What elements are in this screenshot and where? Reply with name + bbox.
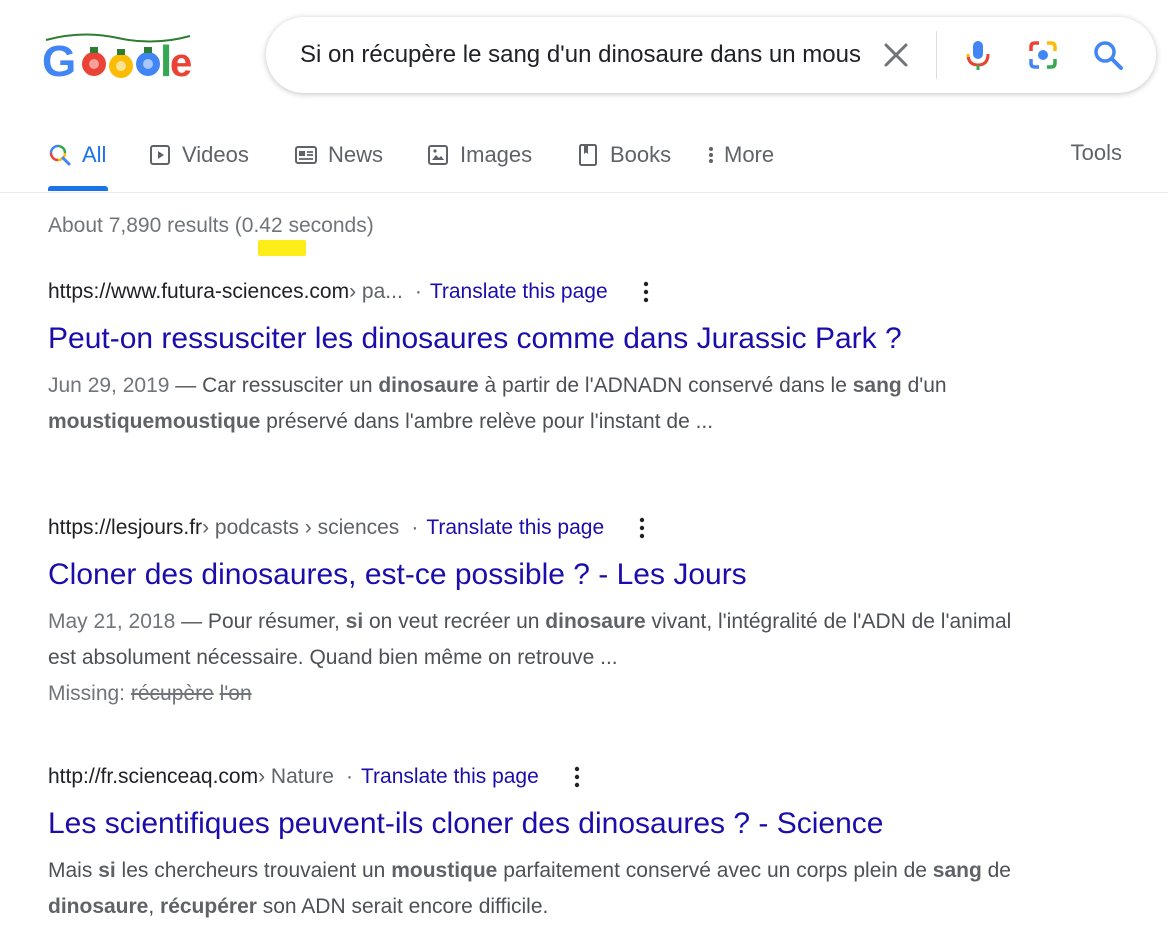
result-title-link[interactable]: Cloner des dinosaures, est-ce possible ?… bbox=[48, 556, 1128, 594]
book-icon bbox=[576, 143, 600, 167]
snippet-fragment: — Pour résumer, bbox=[175, 610, 346, 633]
snippet-fragment: parfaitement conservé avec un corps plei… bbox=[497, 859, 933, 882]
play-icon bbox=[148, 143, 172, 167]
vertical-dots-icon bbox=[706, 143, 716, 167]
result-path: › pa... bbox=[349, 280, 403, 303]
close-icon[interactable] bbox=[878, 37, 914, 73]
result-snippet: May 21, 2018 — Pour résumer, si on veut … bbox=[48, 604, 1038, 676]
google-logo[interactable]: G l e bbox=[42, 28, 194, 86]
tab-label: All bbox=[82, 142, 107, 167]
result-site[interactable]: http://fr.scienceaq.com bbox=[48, 765, 258, 789]
tab-books[interactable]: Books bbox=[576, 140, 671, 170]
translate-link[interactable]: Translate this page bbox=[426, 516, 604, 540]
snippet-fragment: on veut recréer un bbox=[363, 610, 546, 633]
snippet-fragment: à partir de l'ADNADN conservé dans le bbox=[478, 374, 853, 397]
tab-label: Images bbox=[460, 142, 533, 167]
snippet-fragment: — Car ressusciter un bbox=[169, 374, 379, 397]
tab-news[interactable]: News bbox=[294, 140, 383, 170]
more-options-icon[interactable] bbox=[567, 763, 587, 791]
google-doodle-logo: G l e bbox=[42, 33, 192, 86]
microphone-icon[interactable] bbox=[960, 37, 996, 73]
search-input[interactable] bbox=[300, 37, 860, 73]
camera-lens-icon[interactable] bbox=[1025, 37, 1061, 73]
separator-dot: · bbox=[345, 765, 353, 788]
stats-prefix: About 7,890 results ( bbox=[48, 214, 242, 237]
search-divider bbox=[936, 31, 937, 79]
tab-label: Videos bbox=[182, 142, 249, 167]
tab-images[interactable]: Images bbox=[426, 140, 532, 170]
search-tabs: All Videos News Images Books More Tools bbox=[0, 126, 1168, 193]
snippet-keyword: sang bbox=[932, 859, 982, 882]
search-result: https://www.futura-sciences.com › pa... … bbox=[48, 278, 1128, 440]
snippet-keyword: dinosaure bbox=[378, 374, 479, 397]
search-result: https://lesjours.fr › podcasts › science… bbox=[48, 514, 1128, 712]
snippet-keyword: sang bbox=[852, 374, 902, 397]
more-options-icon[interactable] bbox=[632, 514, 652, 542]
translate-link[interactable]: Translate this page bbox=[361, 765, 539, 789]
result-snippet: Jun 29, 2019 — Car ressusciter un dinosa… bbox=[48, 368, 1128, 440]
tab-label: Books bbox=[610, 142, 672, 167]
tab-more[interactable]: More bbox=[706, 140, 774, 170]
snippet-keyword: récupérer bbox=[160, 895, 257, 918]
snippet-fragment: Mais bbox=[48, 859, 99, 882]
result-url-row: https://lesjours.fr › podcasts › science… bbox=[48, 514, 1128, 542]
snippet-keyword: moustiquemoustique bbox=[48, 410, 261, 433]
result-url-row: http://fr.scienceaq.com › Nature · Trans… bbox=[48, 763, 1128, 791]
snippet-fragment: les chercheurs trouvaient un bbox=[115, 859, 392, 882]
separator-dot: · bbox=[411, 516, 419, 539]
snippet-fragment: son ADN serait encore difficile. bbox=[256, 895, 549, 918]
svg-text:e: e bbox=[170, 41, 192, 85]
more-options-icon[interactable] bbox=[636, 278, 656, 306]
tab-label: More bbox=[724, 142, 775, 167]
search-box bbox=[266, 17, 1156, 93]
active-tab-indicator bbox=[48, 186, 108, 191]
snippet-fragment: préservé dans l'ambre relève pour l'inst… bbox=[260, 410, 714, 433]
stats-time: 0.42 bbox=[241, 214, 283, 237]
tools-button[interactable]: Tools bbox=[1071, 140, 1122, 166]
stats-suffix: seconds) bbox=[282, 214, 374, 237]
snippet-text: — Car ressusciter un dinosaure à partir … bbox=[48, 374, 947, 433]
missing-term: l'on bbox=[219, 682, 252, 705]
snippet-fragment: de bbox=[981, 859, 1011, 882]
annotation-highlight bbox=[258, 240, 306, 256]
result-path: › Nature bbox=[258, 765, 334, 788]
result-snippet: Mais si les chercheurs trouvaient un mou… bbox=[48, 853, 1048, 925]
result-url-row: https://www.futura-sciences.com › pa... … bbox=[48, 278, 1128, 306]
snippet-keyword: si bbox=[345, 610, 364, 633]
translate-link[interactable]: Translate this page bbox=[430, 280, 608, 304]
missing-label: Missing: bbox=[48, 682, 131, 705]
search-icon bbox=[48, 143, 72, 167]
snippet-keyword: dinosaure bbox=[545, 610, 646, 633]
result-path: › podcasts › sciences bbox=[202, 516, 400, 539]
tab-all[interactable]: All bbox=[48, 140, 106, 170]
separator-dot: · bbox=[414, 280, 422, 303]
snippet-keyword: dinosaure bbox=[48, 895, 149, 918]
result-title-link[interactable]: Peut-on ressusciter les dinosaures comme… bbox=[48, 320, 1128, 358]
snippet-text: — Pour résumer, si on veut recréer un di… bbox=[48, 610, 1011, 669]
image-icon bbox=[426, 143, 450, 167]
snippet-text: Mais si les chercheurs trouvaient un mou… bbox=[48, 859, 1011, 918]
result-site[interactable]: https://www.futura-sciences.com bbox=[48, 280, 349, 304]
missing-terms: Missing: récupère l'on bbox=[48, 676, 1128, 712]
result-title-link[interactable]: Les scientifiques peuvent-ils cloner des… bbox=[48, 805, 1128, 843]
snippet-keyword: si bbox=[98, 859, 116, 882]
result-date: Jun 29, 2019 bbox=[48, 374, 170, 397]
snippet-fragment: , bbox=[148, 895, 161, 918]
result-date: May 21, 2018 bbox=[48, 610, 176, 633]
snippet-fragment: d'un bbox=[901, 374, 947, 397]
tab-videos[interactable]: Videos bbox=[148, 140, 249, 170]
search-icon[interactable] bbox=[1090, 37, 1126, 73]
newspaper-icon bbox=[294, 143, 318, 167]
snippet-keyword: moustique bbox=[391, 859, 498, 882]
search-result: http://fr.scienceaq.com › Nature · Trans… bbox=[48, 763, 1128, 925]
svg-text:G: G bbox=[42, 37, 76, 86]
tab-label: News bbox=[328, 142, 384, 167]
result-site[interactable]: https://lesjours.fr bbox=[48, 516, 202, 540]
missing-term: récupère bbox=[130, 682, 214, 705]
result-stats: About 7,890 results (0.42 seconds) bbox=[48, 214, 374, 238]
